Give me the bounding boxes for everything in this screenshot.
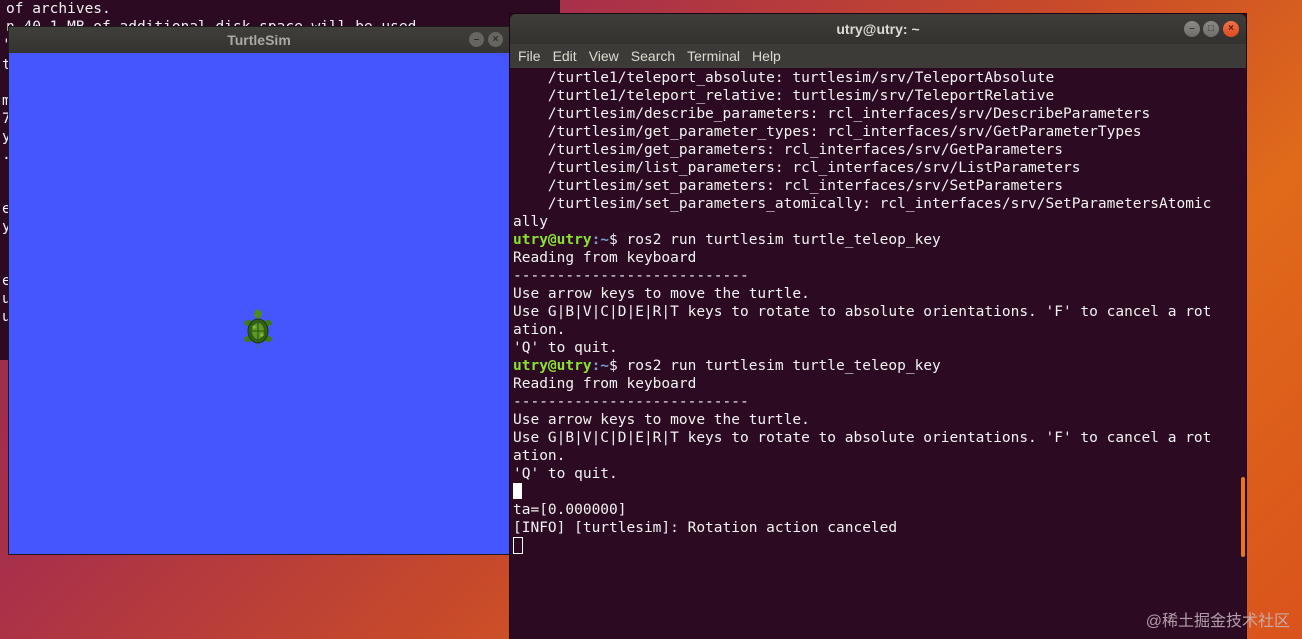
minimize-icon[interactable]: – (1184, 21, 1200, 37)
bg-terminal-line: of archives. (6, 1, 111, 17)
terminal-line: ation. (513, 322, 566, 338)
terminal-line: 'Q' to quit. (513, 340, 618, 356)
menu-view[interactable]: View (585, 48, 627, 64)
prompt-path: :~ (591, 232, 610, 248)
terminal-line (513, 537, 1246, 555)
terminal-line: /turtlesim/set_parameters_atomically: rc… (513, 196, 1212, 212)
terminal-line: ally (513, 214, 548, 230)
terminal-line: /turtle1/teleport_absolute: turtlesim/sr… (513, 70, 1055, 86)
turtlesim-canvas (9, 53, 509, 554)
turtlesim-titlebar[interactable]: TurtleSim – × (9, 27, 509, 53)
terminal-line: Use G|B|V|C|D|E|R|T keys to rotate to ab… (513, 430, 1212, 446)
prompt-user: utry@utry (513, 358, 592, 374)
terminal-line: /turtlesim/get_parameter_types: rcl_inte… (513, 124, 1142, 140)
terminal-line: Reading from keyboard (513, 250, 697, 266)
terminal-line: --------------------------- (513, 268, 749, 284)
turtle-icon (244, 309, 272, 349)
menu-help[interactable]: Help (748, 48, 789, 64)
terminal-scrollbar[interactable] (1240, 69, 1246, 639)
terminal-cursor[interactable] (513, 537, 523, 554)
menu-file[interactable]: File (514, 48, 549, 64)
terminal-title: utry@utry: ~ (836, 21, 920, 37)
prompt-user: utry@utry (513, 232, 592, 248)
terminal-line: Use arrow keys to move the turtle. (513, 286, 810, 302)
terminal-line: Use G|B|V|C|D|E|R|T keys to rotate to ab… (513, 304, 1212, 320)
terminal-menubar: File Edit View Search Terminal Help (510, 44, 1246, 68)
terminal-line: /turtle1/teleport_relative: turtlesim/sr… (513, 88, 1055, 104)
terminal-cursor (513, 483, 522, 499)
terminal-line: /turtlesim/describe_parameters: rcl_inte… (513, 106, 1151, 122)
terminal-line: [INFO] [turtlesim]: Rotation action canc… (513, 520, 898, 536)
terminal-window[interactable]: utry@utry: ~ – □ × File Edit View Search… (510, 14, 1246, 639)
terminal-line: Use arrow keys to move the turtle. (513, 412, 810, 428)
minimize-icon[interactable]: – (469, 32, 484, 47)
terminal-line: ation. (513, 448, 566, 464)
command-text: $ ros2 run turtlesim turtle_teleop_key (609, 232, 941, 248)
close-icon[interactable]: × (488, 32, 503, 47)
menu-edit[interactable]: Edit (549, 48, 585, 64)
turtlesim-window[interactable]: TurtleSim – × (9, 27, 509, 554)
watermark: @稀土掘金技术社区 (1145, 613, 1290, 630)
terminal-titlebar[interactable]: utry@utry: ~ – □ × (510, 14, 1246, 44)
terminal-line: /turtlesim/list_parameters: rcl_interfac… (513, 160, 1081, 176)
prompt-path: :~ (591, 358, 610, 374)
terminal-line: utry@utry:~$ ros2 run turtlesim turtle_t… (513, 231, 1246, 249)
terminal-line: --------------------------- (513, 394, 749, 410)
command-text: $ ros2 run turtlesim turtle_teleop_key (609, 358, 941, 374)
menu-search[interactable]: Search (627, 48, 683, 64)
close-icon[interactable]: × (1223, 21, 1239, 37)
scrollbar-thumb[interactable] (1241, 477, 1245, 557)
terminal-line: Reading from keyboard (513, 376, 697, 392)
turtlesim-title: TurtleSim (227, 32, 291, 48)
terminal-output[interactable]: /turtle1/teleport_absolute: turtlesim/sr… (510, 69, 1246, 639)
terminal-line: utry@utry:~$ ros2 run turtlesim turtle_t… (513, 357, 1246, 375)
terminal-line: /turtlesim/set_parameters: rcl_interface… (513, 178, 1063, 194)
terminal-line (513, 483, 1246, 501)
terminal-line: /turtlesim/get_parameters: rcl_interface… (513, 142, 1063, 158)
maximize-icon[interactable]: □ (1203, 21, 1219, 37)
terminal-line: ta=[0.000000] (513, 502, 627, 518)
terminal-line: 'Q' to quit. (513, 466, 618, 482)
menu-terminal[interactable]: Terminal (683, 48, 748, 64)
